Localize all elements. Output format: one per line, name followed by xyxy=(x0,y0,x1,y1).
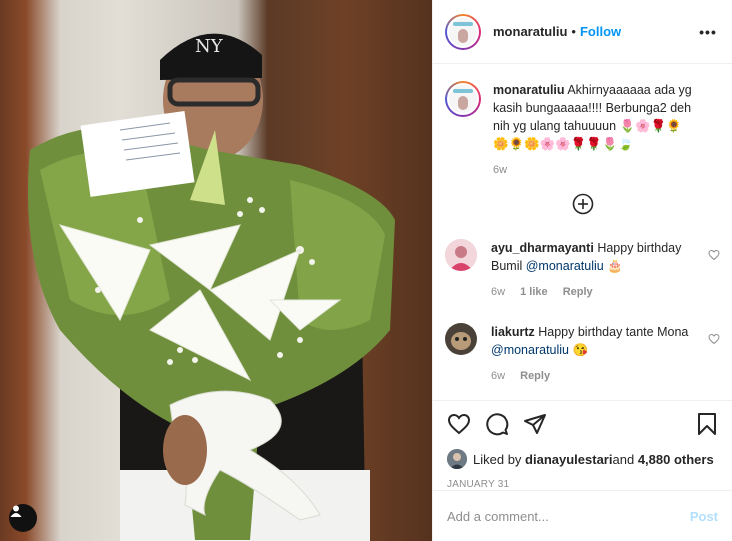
share-icon[interactable] xyxy=(523,412,547,436)
post-side-panel: monaratuliu • Follow ••• monaratuliu Akh… xyxy=(432,0,732,541)
likes-summary: Liked by dianayulestari and 4,880 others xyxy=(447,449,718,469)
reply-button[interactable]: Reply xyxy=(563,286,593,298)
liker-avatar[interactable] xyxy=(447,449,467,469)
post-button[interactable]: Post xyxy=(690,509,718,524)
user-tag-icon[interactable] xyxy=(9,504,37,532)
comment-text: Happy birthday tante Mona xyxy=(538,325,689,339)
comment-heart-icon[interactable] xyxy=(708,249,720,261)
reply-button[interactable]: Reply xyxy=(520,370,550,382)
comment-mention[interactable]: @monaratuliu xyxy=(491,343,569,357)
likes-others[interactable]: 4,880 others xyxy=(638,452,714,467)
cap-logo: NY xyxy=(195,36,224,57)
likes-middle: and xyxy=(612,451,635,467)
comment-username[interactable]: ayu_dharmayanti xyxy=(491,241,594,255)
comment-item: ayu_dharmayanti Happy birthday Bumil @mo… xyxy=(445,239,720,301)
caption-avatar[interactable] xyxy=(445,81,481,117)
load-more-comments[interactable] xyxy=(445,193,720,215)
bookmark-icon[interactable] xyxy=(696,412,718,436)
commenter-avatar[interactable] xyxy=(445,239,477,271)
comment-mention[interactable]: @monaratuliu xyxy=(526,259,604,273)
author-username[interactable]: monaratuliu xyxy=(493,24,567,39)
post-date[interactable]: January 31 xyxy=(447,479,718,490)
add-comment-bar: Add a comment... Post xyxy=(433,490,732,541)
follow-button[interactable]: Follow xyxy=(580,24,621,39)
commenter-avatar[interactable] xyxy=(445,323,477,355)
heart-icon[interactable] xyxy=(447,412,471,436)
bouquet-photo-illustration: NY xyxy=(28,33,395,541)
caption: monaratuliu Akhirnyaaaaaa ada yg kasih b… xyxy=(445,81,720,179)
author-avatar[interactable] xyxy=(445,13,481,50)
comments-list[interactable]: monaratuliu Akhirnyaaaaaa ada yg kasih b… xyxy=(433,65,732,400)
post-photo[interactable]: NY xyxy=(0,0,432,541)
likes-prefix: Liked by xyxy=(473,451,522,467)
post-header: monaratuliu • Follow ••• xyxy=(433,0,732,64)
comment-input[interactable]: Add a comment... xyxy=(447,509,690,524)
caption-username[interactable]: monaratuliu xyxy=(493,83,565,97)
comment-time[interactable]: 6w xyxy=(491,370,505,382)
more-icon[interactable]: ••• xyxy=(696,24,720,40)
comment-time[interactable]: 6w xyxy=(491,286,505,298)
caption-time[interactable]: 6w xyxy=(493,164,507,176)
comment-emoji: 🎂 xyxy=(607,259,623,273)
comment-emoji: 😘 xyxy=(572,343,589,357)
comment-username[interactable]: liakurtz xyxy=(491,325,535,339)
liker-username[interactable]: dianayulestari xyxy=(525,452,612,467)
add-circle-icon[interactable] xyxy=(572,193,594,215)
comment-icon[interactable] xyxy=(485,412,509,436)
post-actions: Liked by dianayulestari and 4,880 others… xyxy=(433,400,732,490)
comment-heart-icon[interactable] xyxy=(708,333,720,345)
comment-likes[interactable]: 1 like xyxy=(520,286,548,298)
header-separator: • xyxy=(571,24,576,39)
comment-item: liakurtz Happy birthday tante Mona @mona… xyxy=(445,323,720,385)
